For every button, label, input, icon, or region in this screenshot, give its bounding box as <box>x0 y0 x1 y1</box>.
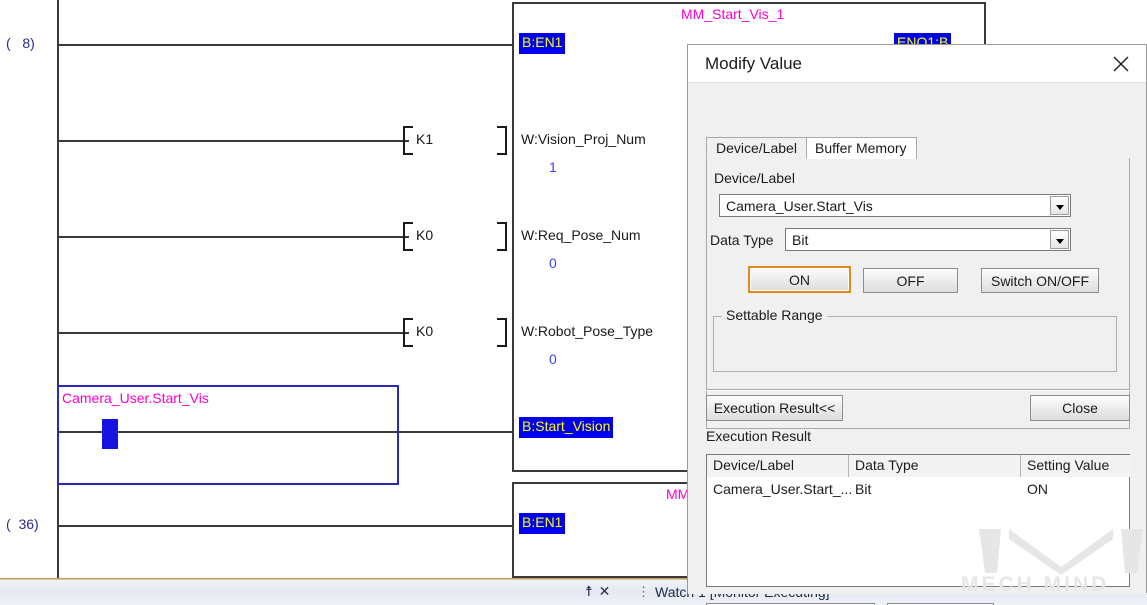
close-icon[interactable]: ✕ <box>599 583 617 599</box>
rung-wire-en-2 <box>59 525 513 527</box>
rung-wire-input-3 <box>59 332 409 334</box>
bracket-open-3 <box>402 318 414 348</box>
dock-pin-and-close-icons[interactable]: ☨✕ <box>585 583 616 600</box>
bracket-close-1 <box>496 126 508 156</box>
device-label-value: Camera_User.Start_Vis <box>726 198 873 214</box>
rung-wire-input-1 <box>59 140 409 142</box>
bracket-close-2 <box>496 222 508 252</box>
cell-data-type: Bit <box>855 481 872 497</box>
modify-value-dialog[interactable]: Modify Value Device/Label Buffer Memory <box>687 44 1147 605</box>
settable-range-title: Settable Range <box>722 307 827 323</box>
pin-start-vision[interactable]: B:Start_Vision <box>519 417 614 438</box>
application-window: ( 8) ( 36) K1 K0 K0 MM_Start_Vis_1 B:EN1… <box>0 0 1147 605</box>
dialog-body: Device/Label Buffer Memory Device/Label … <box>688 83 1146 605</box>
on-button[interactable]: ON <box>748 266 851 293</box>
pin-value-vision-proj-num: 1 <box>549 159 557 175</box>
bracket-open-2 <box>402 222 414 252</box>
grip-icon: ⋮ <box>637 584 650 599</box>
data-type-value: Bit <box>792 232 809 248</box>
close-button[interactable]: Close <box>1030 395 1130 421</box>
rung-wire-en <box>59 44 513 46</box>
column-header-data-type[interactable]: Data Type <box>849 455 1021 477</box>
dialog-separator <box>706 389 1130 391</box>
close-icon[interactable] <box>1106 51 1136 77</box>
tab-device-label-text: Device/Label <box>716 140 797 156</box>
cell-device-label: Camera_User.Start_... <box>713 481 853 497</box>
tab-buffer-memory[interactable]: Buffer Memory <box>805 137 917 159</box>
off-button[interactable]: OFF <box>863 268 958 293</box>
execution-result-header-row: Device/Label Data Type Setting Value <box>707 455 1131 477</box>
execution-result-toggle-button[interactable]: Execution Result<< <box>706 395 843 421</box>
chevron-down-icon[interactable] <box>1050 196 1069 215</box>
dialog-tabstrip[interactable]: Device/Label Buffer Memory <box>706 137 1130 159</box>
off-button-label: OFF <box>896 272 925 289</box>
execution-result-listbox[interactable]: Device/Label Data Type Setting Value Cam… <box>706 454 1131 587</box>
rung-wire-input-2 <box>59 236 409 238</box>
function-block-second-title: MM <box>666 486 690 502</box>
pin-value-req-pose-num: 0 <box>549 255 557 271</box>
data-type-field-caption: Data Type <box>710 232 774 248</box>
on-button-label: ON <box>789 271 810 288</box>
edit-cursor-block[interactable] <box>102 419 118 449</box>
rung-number-36: ( 36) <box>6 516 39 532</box>
execution-result-toggle-label: Execution Result<< <box>713 400 836 416</box>
bracket-close-3 <box>496 318 508 348</box>
constant-k0-b: K0 <box>416 323 434 339</box>
settable-range-groupbox <box>713 316 1117 372</box>
pin-robot-pose-type: W:Robot_Pose_Type <box>521 323 654 339</box>
chevron-down-icon[interactable] <box>1050 230 1069 249</box>
function-block-title: MM_Start_Vis_1 <box>681 6 785 22</box>
device-label-field-caption: Device/Label <box>714 170 795 186</box>
device-label-combobox[interactable]: Camera_User.Start_Vis <box>719 194 1071 217</box>
data-type-combobox[interactable]: Bit <box>785 228 1071 251</box>
column-header-device-label[interactable]: Device/Label <box>707 455 849 477</box>
pin-en1[interactable]: B:EN1 <box>519 33 566 54</box>
tab-buffer-memory-text: Buffer Memory <box>815 140 907 156</box>
selected-contact-label: Camera_User.Start_Vis <box>62 390 209 406</box>
pin-en1-second[interactable]: B:EN1 <box>519 513 566 534</box>
column-header-setting-value[interactable]: Setting Value <box>1021 455 1131 477</box>
close-button-label: Close <box>1062 400 1098 416</box>
execution-result-caption: Execution Result <box>706 428 812 444</box>
constant-k0-a: K0 <box>416 227 434 243</box>
switch-on-off-button-label: Switch ON/OFF <box>990 272 1089 289</box>
switch-on-off-button[interactable]: Switch ON/OFF <box>981 268 1099 293</box>
constant-k1: K1 <box>416 131 434 147</box>
pin-req-pose-num: W:Req_Pose_Num <box>521 227 641 243</box>
tab-device-label[interactable]: Device/Label <box>706 137 807 159</box>
pin-icon[interactable]: ☨ <box>585 583 599 599</box>
pin-value-robot-pose-type: 0 <box>549 351 557 367</box>
dialog-title-bar[interactable]: Modify Value <box>688 45 1146 83</box>
dialog-title: Modify Value <box>705 54 803 73</box>
cell-setting-value: ON <box>1027 481 1048 497</box>
pin-vision-proj-num: W:Vision_Proj_Num <box>521 131 646 147</box>
ladder-left-power-rail <box>57 0 59 578</box>
bracket-open-1 <box>402 126 414 156</box>
rung-number-8: ( 8) <box>6 35 35 51</box>
